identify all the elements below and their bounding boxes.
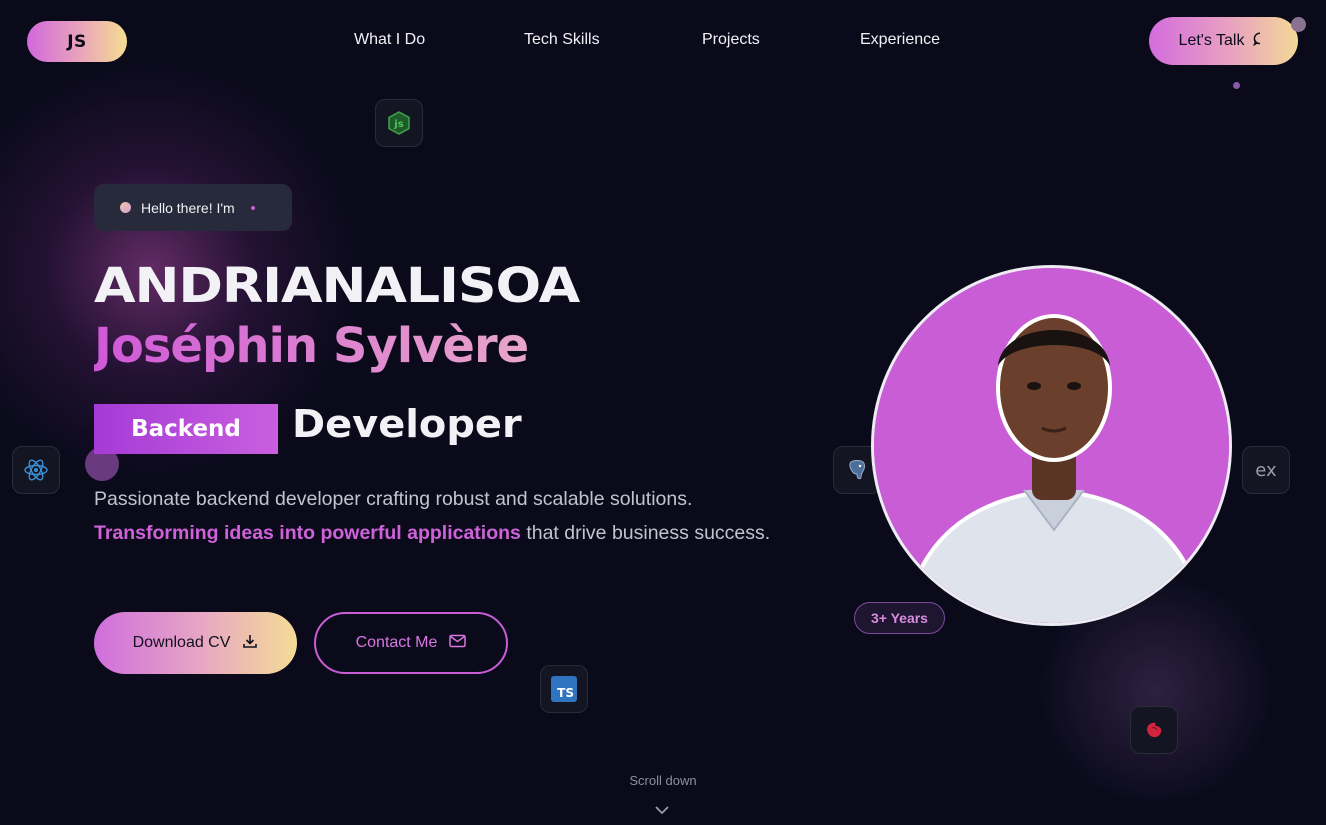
download-icon: [242, 633, 258, 654]
decorative-dot: [1233, 82, 1240, 89]
nestjs-icon: [1130, 706, 1178, 754]
chat-bubble-icon: [1252, 31, 1268, 52]
profile-avatar: [871, 265, 1232, 626]
hero-description: Passionate backend developer crafting ro…: [94, 482, 794, 550]
decorative-dot: [1291, 17, 1306, 32]
logo-button[interactable]: JS: [27, 21, 127, 62]
typescript-icon: TS: [540, 665, 588, 713]
contact-me-button[interactable]: Contact Me: [314, 612, 508, 674]
react-icon: [12, 446, 60, 494]
contact-me-label: Contact Me: [355, 634, 438, 651]
express-label: ex: [1255, 459, 1277, 481]
hero-name-firstname: Joséphin Sylvère: [94, 318, 529, 374]
role-word-developer: Developer: [292, 402, 522, 446]
greeting-dot: [120, 202, 131, 213]
nav-link-tech-skills[interactable]: Tech Skills: [524, 31, 600, 49]
typescript-label: TS: [557, 686, 574, 700]
role-tag-backend: Backend: [94, 404, 278, 454]
nav-link-projects[interactable]: Projects: [702, 31, 760, 49]
description-part2: that drive business success.: [526, 522, 771, 544]
experience-badge: 3+ Years: [854, 602, 945, 634]
greeting-dot-small: [250, 205, 255, 210]
greeting-text: Hello there! I'm: [141, 199, 235, 216]
download-cv-button[interactable]: Download CV: [94, 612, 297, 674]
mail-icon: [449, 634, 467, 653]
page: JS What I Do Tech Skills Projects Experi…: [0, 0, 1326, 825]
nav-link-what-i-do[interactable]: What I Do: [354, 31, 425, 49]
description-highlight: Transforming ideas into powerful applica…: [94, 522, 521, 544]
scroll-down-label[interactable]: Scroll down: [0, 773, 1326, 788]
lets-talk-button[interactable]: Let's Talk: [1149, 17, 1298, 65]
hero-name-surname: ANDRIANALISOA: [94, 258, 580, 314]
nodejs-icon: js: [375, 99, 423, 147]
description-part1: Passionate backend developer crafting ro…: [94, 488, 693, 510]
chevron-down-icon[interactable]: [653, 803, 671, 821]
svg-text:js: js: [393, 119, 403, 130]
nav-link-experience[interactable]: Experience: [860, 31, 940, 49]
greeting-pill: Hello there! I'm: [94, 184, 292, 231]
download-cv-label: Download CV: [132, 634, 231, 651]
lets-talk-label: Let's Talk: [1178, 32, 1245, 49]
profile-photo: [874, 268, 1229, 623]
express-icon: ex: [1242, 446, 1290, 494]
